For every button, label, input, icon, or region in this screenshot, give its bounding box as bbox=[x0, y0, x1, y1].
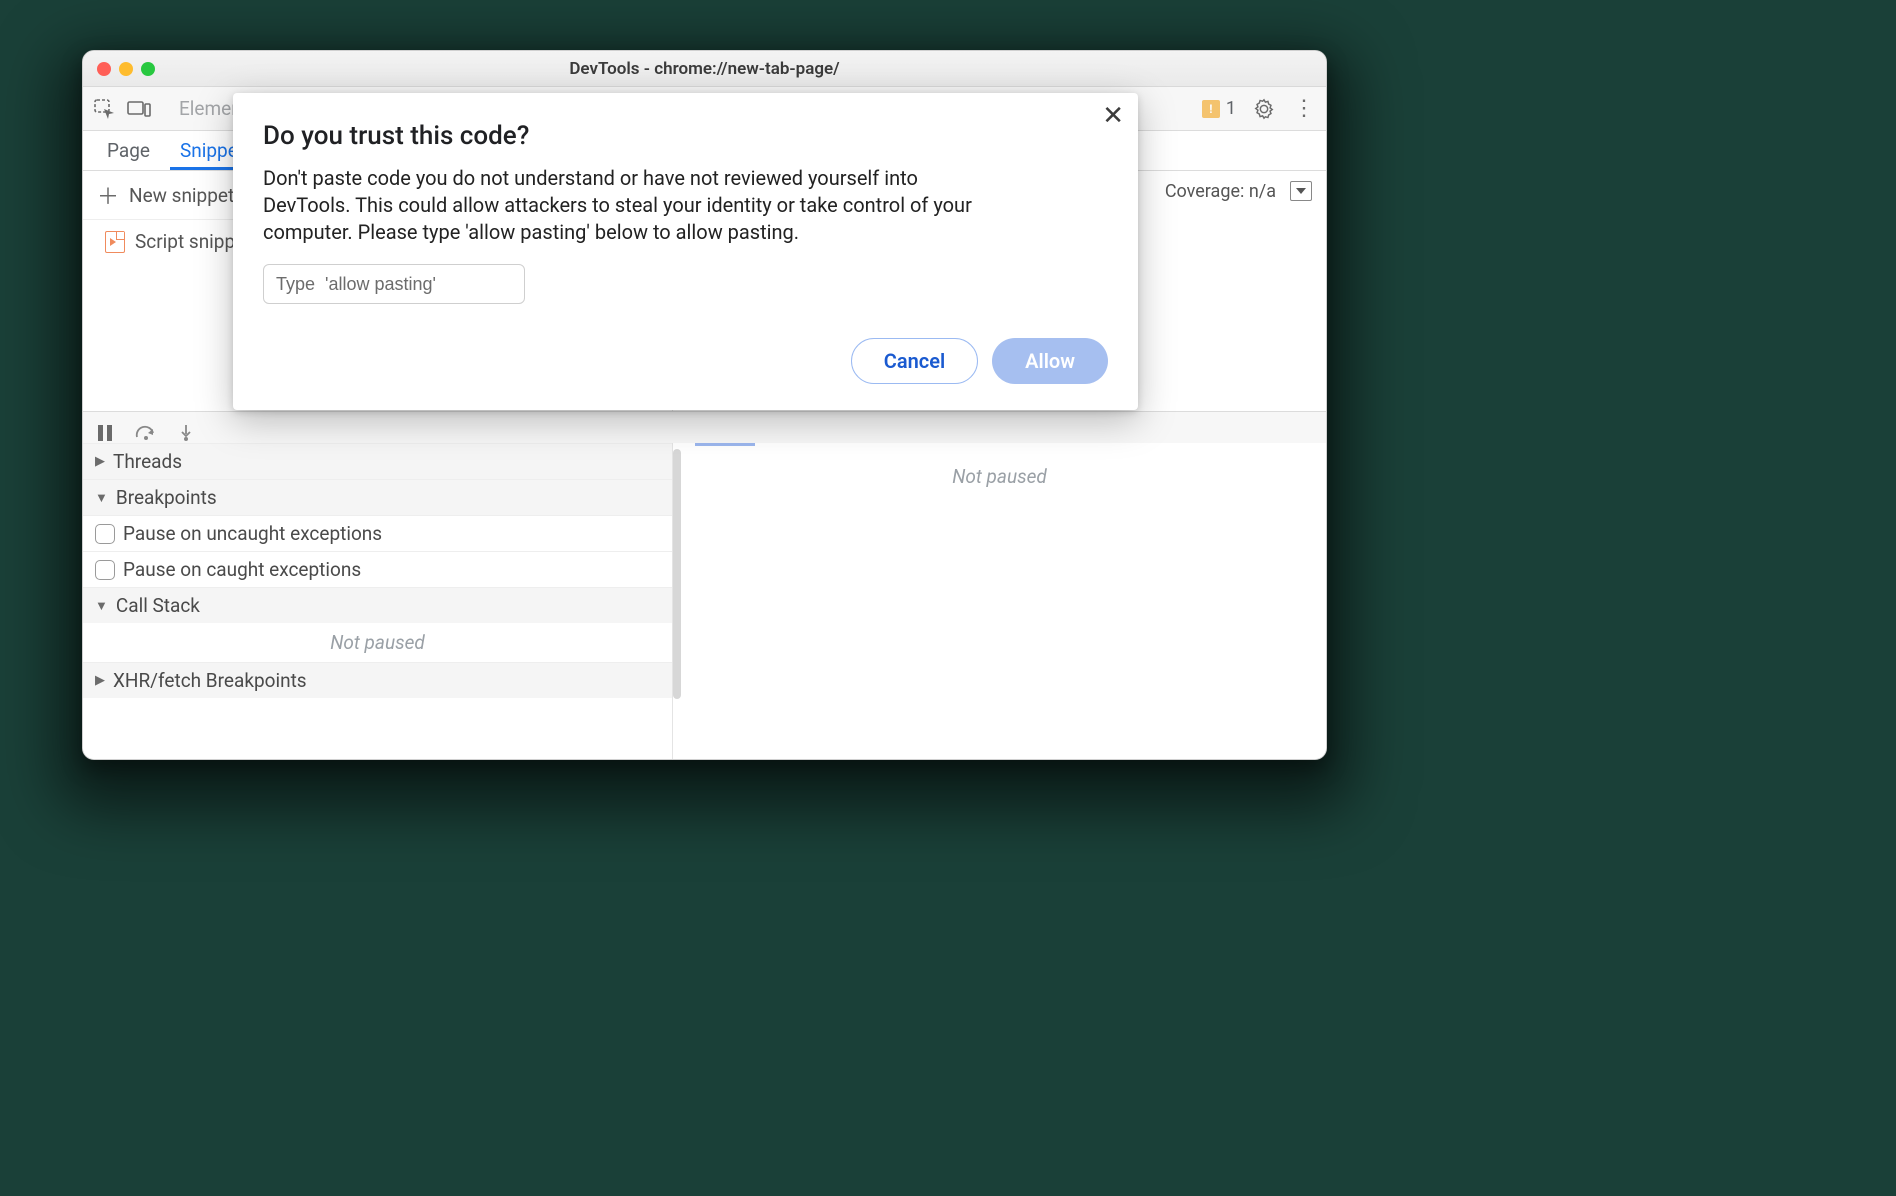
window-titlebar: DevTools - chrome://new-tab-page/ bbox=[83, 51, 1326, 87]
pause-uncaught-row[interactable]: Pause on uncaught exceptions bbox=[83, 515, 672, 551]
pause-icon[interactable] bbox=[97, 424, 113, 442]
xhr-breakpoints-label: XHR/fetch Breakpoints bbox=[113, 669, 307, 692]
new-snippet-label: New snippet bbox=[129, 184, 234, 207]
call-stack-section[interactable]: ▼Call Stack bbox=[83, 587, 672, 623]
gear-icon[interactable] bbox=[1252, 97, 1276, 121]
plus-icon: ＋ bbox=[97, 179, 119, 211]
warning-icon: ! bbox=[1202, 100, 1220, 118]
checkbox-icon[interactable] bbox=[95, 524, 115, 544]
threads-section[interactable]: ▶Threads bbox=[83, 443, 672, 479]
breakpoints-section[interactable]: ▼Breakpoints bbox=[83, 479, 672, 515]
pause-caught-row[interactable]: Pause on caught exceptions bbox=[83, 551, 672, 587]
breakpoints-label: Breakpoints bbox=[116, 486, 217, 509]
watch-tab-indicator bbox=[695, 443, 755, 446]
call-stack-label: Call Stack bbox=[116, 594, 200, 617]
debugger-panes: ▶Threads ▼Breakpoints Pause on uncaught … bbox=[83, 443, 1326, 759]
traffic-lights bbox=[97, 62, 155, 76]
close-window-button[interactable] bbox=[97, 62, 111, 76]
pause-caught-label: Pause on caught exceptions bbox=[123, 558, 361, 581]
zoom-window-button[interactable] bbox=[141, 62, 155, 76]
inspect-element-icon[interactable] bbox=[93, 97, 117, 121]
kebab-menu-icon[interactable]: ⋮ bbox=[1292, 97, 1316, 121]
subtab-page[interactable]: Page bbox=[97, 131, 160, 170]
minimize-window-button[interactable] bbox=[119, 62, 133, 76]
window-title: DevTools - chrome://new-tab-page/ bbox=[83, 59, 1326, 79]
xhr-breakpoints-section[interactable]: ▶XHR/fetch Breakpoints bbox=[83, 662, 672, 698]
scope-not-paused: Not paused bbox=[673, 465, 1326, 488]
coverage-label: Coverage: n/a bbox=[1165, 181, 1276, 202]
device-toolbar-icon[interactable] bbox=[127, 97, 151, 121]
threads-label: Threads bbox=[113, 450, 182, 473]
coverage-dropdown-icon[interactable] bbox=[1290, 181, 1312, 201]
pause-uncaught-label: Pause on uncaught exceptions bbox=[123, 522, 382, 545]
allow-button[interactable]: Allow bbox=[992, 338, 1108, 384]
close-icon[interactable]: ✕ bbox=[1102, 103, 1124, 129]
snippet-file-icon bbox=[105, 231, 125, 253]
call-stack-not-paused: Not paused bbox=[83, 623, 672, 662]
warning-count: 1 bbox=[1226, 98, 1236, 119]
dialog-title: Do you trust this code? bbox=[263, 121, 1108, 151]
dialog-body: Don't paste code you do not understand o… bbox=[263, 165, 1003, 246]
step-over-icon[interactable] bbox=[135, 425, 157, 441]
devtools-window: DevTools - chrome://new-tab-page/ Elemen… bbox=[82, 50, 1327, 760]
checkbox-icon[interactable] bbox=[95, 560, 115, 580]
warnings-badge[interactable]: ! 1 bbox=[1202, 98, 1236, 119]
trust-code-dialog: ✕ Do you trust this code? Don't paste co… bbox=[233, 93, 1138, 410]
allow-pasting-input[interactable] bbox=[263, 264, 525, 304]
cancel-button[interactable]: Cancel bbox=[851, 338, 978, 384]
step-into-icon[interactable] bbox=[179, 424, 193, 442]
